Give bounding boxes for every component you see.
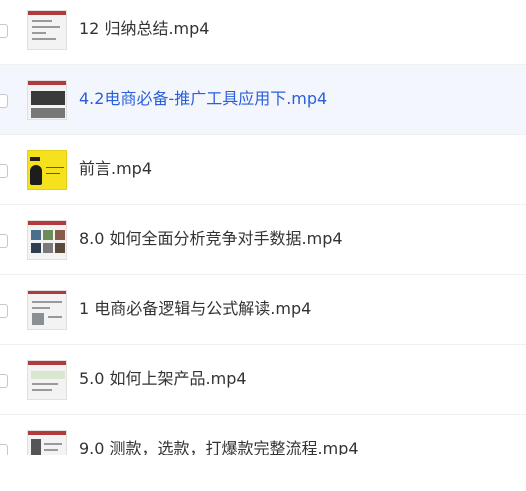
row-checkbox[interactable] [0,24,8,38]
file-row[interactable]: 8.0 如何全面分析竞争对手数据.mp4 [0,205,526,275]
file-name[interactable]: 5.0 如何上架产品.mp4 [79,368,247,390]
file-name[interactable]: 前言.mp4 [79,158,152,180]
video-thumbnail-icon[interactable] [27,360,67,400]
row-checkbox[interactable] [0,374,8,388]
file-row[interactable]: 5.0 如何上架产品.mp4 [0,345,526,415]
row-checkbox[interactable] [0,234,8,248]
file-row[interactable]: 9.0 测款，选款，打爆款完整流程.mp4 [0,415,526,455]
file-list-viewport: 12 归纳总结.mp4 4.2电商必备-推广工具应用下.mp4 前言.mp4 8… [0,0,526,455]
video-thumbnail-icon[interactable] [27,430,67,455]
video-thumbnail-icon[interactable] [27,220,67,260]
file-name[interactable]: 12 归纳总结.mp4 [79,18,209,40]
video-thumbnail-icon[interactable] [27,150,67,190]
file-name[interactable]: 1 电商必备逻辑与公式解读.mp4 [79,298,311,320]
file-name[interactable]: 9.0 测款，选款，打爆款完整流程.mp4 [79,438,359,455]
file-list: 12 归纳总结.mp4 4.2电商必备-推广工具应用下.mp4 前言.mp4 8… [0,0,526,455]
file-name[interactable]: 4.2电商必备-推广工具应用下.mp4 [79,88,327,110]
video-thumbnail-icon[interactable] [27,80,67,120]
row-checkbox[interactable] [0,444,8,455]
row-checkbox[interactable] [0,164,8,178]
row-checkbox[interactable] [0,304,8,318]
file-row[interactable]: 前言.mp4 [0,135,526,205]
file-row[interactable]: 12 归纳总结.mp4 [0,0,526,65]
video-thumbnail-icon[interactable] [27,290,67,330]
file-name[interactable]: 8.0 如何全面分析竞争对手数据.mp4 [79,228,343,250]
video-thumbnail-icon[interactable] [27,10,67,50]
file-row[interactable]: 1 电商必备逻辑与公式解读.mp4 [0,275,526,345]
row-checkbox[interactable] [0,94,8,108]
file-row-selected[interactable]: 4.2电商必备-推广工具应用下.mp4 [0,65,526,135]
